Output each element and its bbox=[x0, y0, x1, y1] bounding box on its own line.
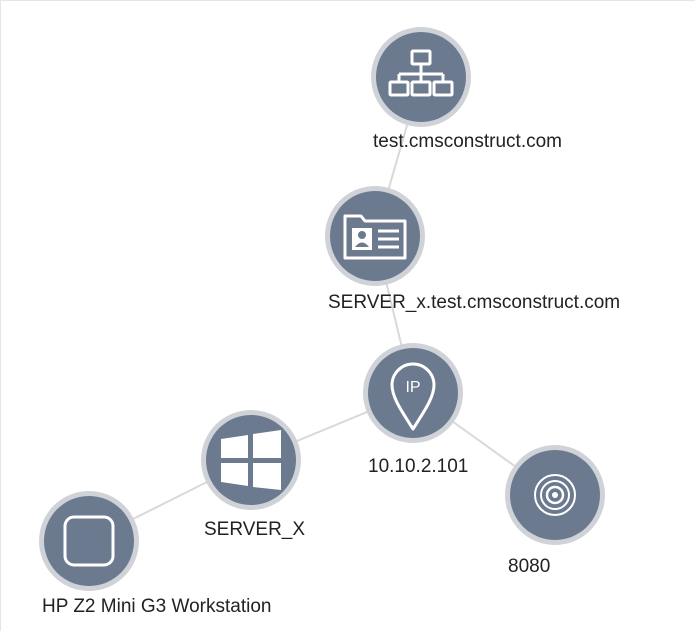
node-label-ip: 10.10.2.101 bbox=[368, 456, 469, 477]
node-os[interactable] bbox=[201, 410, 301, 510]
graph-canvas[interactable]: IP test.cmsconstruct.com SERVER_x.test.c… bbox=[0, 0, 695, 631]
node-label-device: HP Z2 Mini G3 Workstation bbox=[42, 596, 272, 617]
port-target-icon bbox=[534, 474, 576, 516]
svg-text:IP: IP bbox=[405, 379, 420, 396]
node-label-host: SERVER_x.test.cmsconstruct.com bbox=[328, 292, 621, 313]
node-device[interactable] bbox=[39, 491, 139, 591]
graph-svg: IP bbox=[39, 27, 605, 591]
node-host[interactable] bbox=[325, 186, 425, 286]
node-domain[interactable] bbox=[371, 27, 471, 127]
node-label-os: SERVER_X bbox=[204, 519, 306, 540]
node-label-domain: test.cmsconstruct.com bbox=[373, 131, 562, 152]
node-port[interactable] bbox=[505, 445, 605, 545]
node-ip[interactable]: IP bbox=[363, 343, 463, 443]
node-label-port: 8080 bbox=[508, 556, 551, 577]
